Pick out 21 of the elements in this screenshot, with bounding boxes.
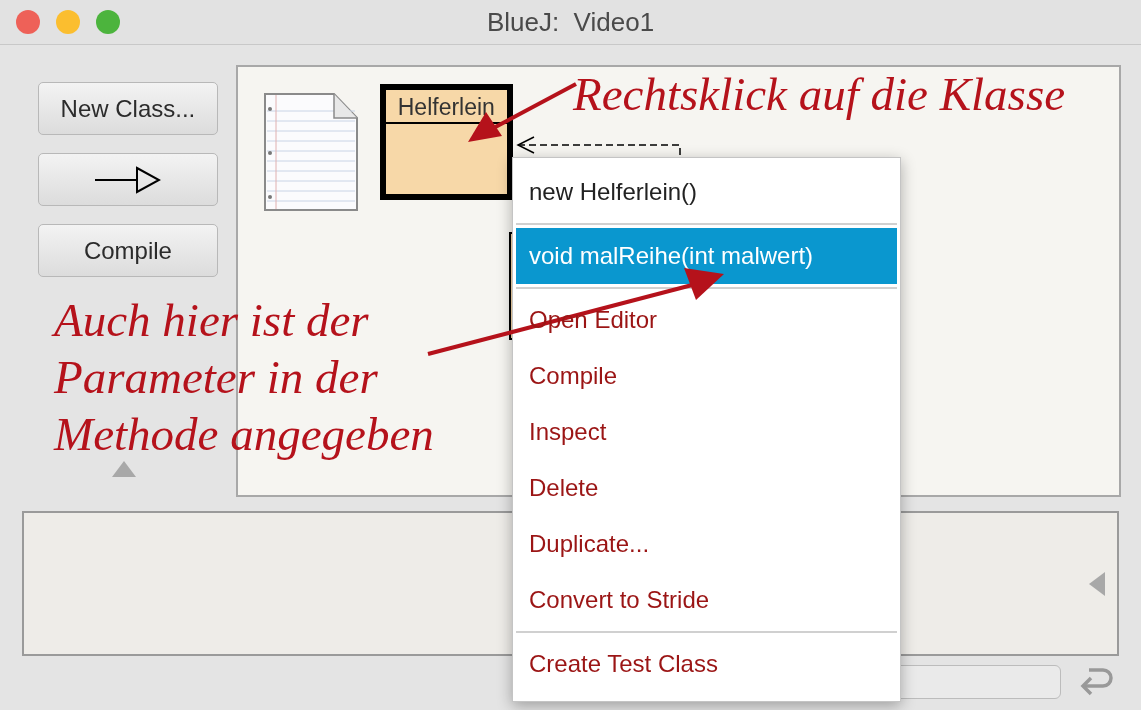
menu-item[interactable]: Convert to Stride bbox=[516, 572, 897, 628]
collapse-triangle-icon[interactable] bbox=[111, 461, 136, 477]
menu-item[interactable]: Compile bbox=[516, 348, 897, 404]
expand-triangle-icon[interactable] bbox=[1089, 571, 1105, 596]
return-arrow-icon[interactable] bbox=[1079, 666, 1113, 698]
menu-item[interactable]: Delete bbox=[516, 460, 897, 516]
menu-item[interactable]: Create Test Class bbox=[516, 636, 897, 692]
menu-item[interactable]: Duplicate... bbox=[516, 516, 897, 572]
class-box[interactable]: Helferlein bbox=[379, 84, 513, 200]
close-button[interactable] bbox=[16, 10, 40, 34]
menu-item[interactable]: new Helferlein() bbox=[516, 164, 897, 220]
document-icon bbox=[261, 91, 360, 213]
annotation-text: Rechtsklick auf die Klasse bbox=[573, 67, 1066, 122]
menu-item[interactable]: Inspect bbox=[516, 404, 897, 460]
zoom-button[interactable] bbox=[96, 10, 120, 34]
window-title: BlueJ: Video1 bbox=[486, 5, 655, 39]
inheritance-arrow-icon bbox=[94, 165, 161, 194]
compile-button[interactable]: Compile bbox=[38, 224, 218, 277]
minimize-button[interactable] bbox=[56, 10, 80, 34]
inheritance-arrow-button[interactable] bbox=[38, 153, 218, 206]
new-class-button[interactable]: New Class... bbox=[38, 82, 218, 135]
